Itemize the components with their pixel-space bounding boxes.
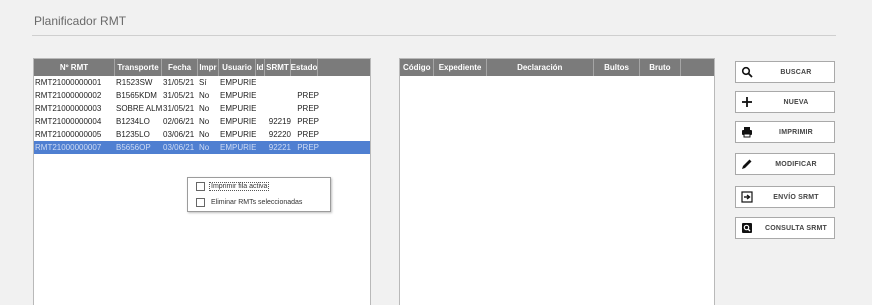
menu-item-print-active-row[interactable]: Imprimir fila activa [196,182,270,191]
plus-icon [736,96,758,108]
search-icon [736,66,758,78]
cell-usuario: EMPURIES [220,104,256,113]
cell-fecha: 31/05/21 [163,91,195,100]
detail-table-header: Código Expediente Declaración Bultos Bru… [400,59,714,76]
cell-fecha: 02/06/21 [163,117,195,126]
cell-fecha: 03/06/21 [163,143,195,152]
cell-fecha: 03/06/21 [163,130,195,139]
cell-srmt: 92219 [268,117,291,126]
col-header-transporte[interactable]: Transporte [115,59,162,76]
cell-estado: PREP [297,130,319,139]
consulta-srmt-button[interactable]: CONSULTA SRMT [735,217,835,239]
menu-item-delete-selected[interactable]: Eliminar RMTs seleccionadas [196,198,304,207]
table-row[interactable]: RMT21000000007 B5656OP 03/06/21 No EMPURIES 9… [34,141,370,154]
table-row[interactable]: RMT21000000001 R1523SW 31/05/21 Sí EMPURIES [34,76,370,89]
table-row[interactable]: RMT21000000002 B1565KDM 31/05/21 No EMPURIES… [34,89,370,102]
header-scroll-spacer [681,59,714,76]
cell-srmt: 92221 [268,143,291,152]
col-header-declaracion[interactable]: Declaración [487,59,594,76]
cell-impr: No [199,91,210,100]
cell-rmt: RMT21000000004 [35,117,102,126]
consulta-srmt-label: CONSULTA SRMT [765,224,827,232]
cell-usuario: EMPURIES [220,143,256,152]
cell-rmt: RMT21000000003 [35,104,102,113]
menu-item-label: Imprimir fila activa [209,182,270,191]
cell-usuario: EMPURIES [220,117,256,126]
col-header-bruto[interactable]: Bruto [640,59,681,76]
page-title: Planificador RMT [34,14,127,28]
envio-srmt-label: ENVÍO SRMT [773,193,819,201]
cell-rmt: RMT21000000002 [35,91,102,100]
col-header-expediente[interactable]: Expediente [434,59,487,76]
cell-rmt: RMT21000000007 [35,143,102,152]
table-row[interactable]: RMT21000000004 B1234LO 02/06/21 No EMPURIES 9… [34,115,370,128]
cell-fecha: 31/05/21 [163,78,195,87]
modificar-button[interactable]: MODIFICAR [735,153,835,175]
menu-item-label: Eliminar RMTs seleccionadas [211,199,303,206]
col-header-bultos[interactable]: Bultos [594,59,641,76]
document-search-icon [736,222,758,234]
cell-srmt: 92220 [268,130,291,139]
cell-impr: No [199,104,210,113]
checkbox-icon [196,198,205,207]
rmt-table-body: RMT21000000001R1523SW31/05/21SíEMPURIESR… [34,76,370,154]
col-header-codigo[interactable]: Código [400,59,435,76]
cell-transporte: R1523SW [116,78,153,87]
cell-transporte: SOBRE ALMA [116,104,162,113]
col-header-impr[interactable]: Impr [198,59,219,76]
table-row[interactable]: RMT21000000005 B1235LO 03/06/21 No EMPURIES 9… [34,128,370,141]
cell-rmt: RMT21000000001 [35,78,102,87]
cell-estado: PREP [297,117,319,126]
table-row[interactable]: RMT21000000003 SOBRE ALMA31/05/21 No EMPURI… [34,102,370,115]
col-header-estado[interactable]: Estado [291,59,318,76]
rmt-table-header: Nº RMT Transporte Fecha Impr Usuario Id … [34,59,370,76]
cell-impr: No [199,130,210,139]
cell-usuario: EMPURIES [220,130,256,139]
context-menu: Imprimir fila activa Eliminar RMTs selec… [187,177,331,212]
cell-estado: PREP [297,104,319,113]
detail-table[interactable]: Código Expediente Declaración Bultos Bru… [399,58,715,305]
cell-rmt: RMT21000000005 [35,130,102,139]
col-header-srmt[interactable]: SRMT [265,59,291,76]
send-icon [736,191,758,203]
imprimir-button[interactable]: IMPRIMIR [735,121,835,143]
cell-transporte: B1235LO [116,130,150,139]
col-header-id[interactable]: Id [256,59,265,76]
buscar-label: BUSCAR [780,68,812,76]
printer-icon [736,126,758,138]
cell-estado: PREP [297,91,319,100]
cell-fecha: 31/05/21 [163,104,195,113]
cell-transporte: B5656OP [116,143,151,152]
cell-impr: No [199,143,210,152]
col-header-rmt[interactable]: Nº RMT [34,59,115,76]
title-divider [32,35,836,36]
cell-usuario: EMPURIES [220,91,256,100]
cell-impr: Sí [199,78,207,87]
col-header-usuario[interactable]: Usuario [219,59,256,76]
cell-transporte: B1234LO [116,117,150,126]
cell-transporte: B1565KDM [116,91,157,100]
imprimir-label: IMPRIMIR [779,128,813,136]
pencil-icon [736,158,758,170]
header-scroll-spacer [318,59,328,76]
modificar-label: MODIFICAR [775,160,817,168]
nueva-button[interactable]: NUEVA [735,91,835,113]
envio-srmt-button[interactable]: ENVÍO SRMT [735,186,835,208]
cell-impr: No [199,117,210,126]
col-header-fecha[interactable]: Fecha [162,59,198,76]
checkbox-icon [196,182,205,191]
buscar-button[interactable]: BUSCAR [735,61,835,83]
cell-estado: PREP [297,143,319,152]
nueva-label: NUEVA [783,98,809,106]
cell-usuario: EMPURIES [220,78,256,87]
